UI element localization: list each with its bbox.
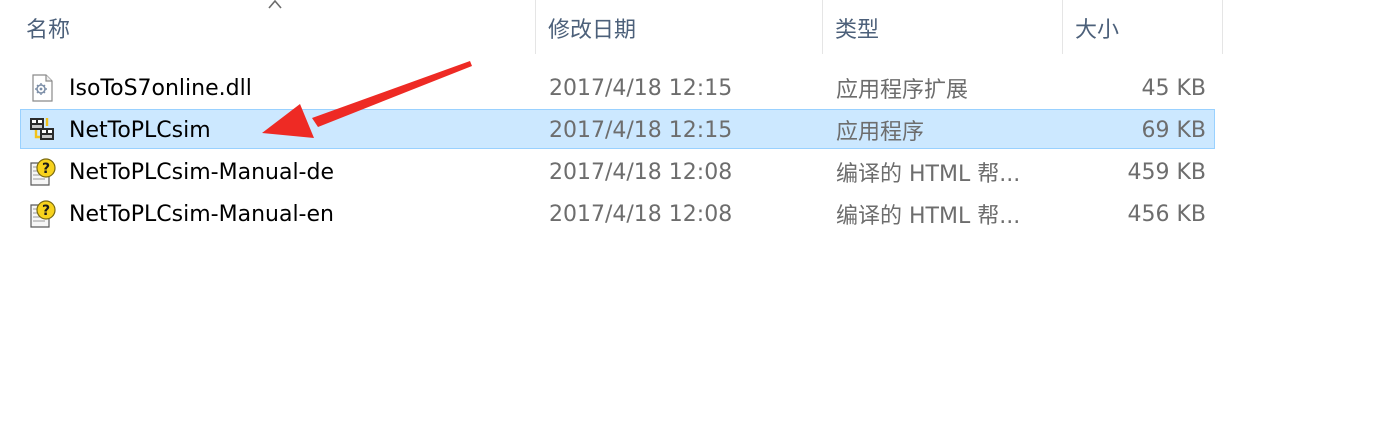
column-divider[interactable] — [822, 0, 823, 54]
column-header-name-label: 名称 — [26, 18, 71, 43]
file-size: 69 KB — [1141, 117, 1206, 143]
file-name[interactable]: NetToPLCsim-Manual-de — [69, 152, 334, 192]
column-header-date-label: 修改日期 — [548, 18, 637, 43]
chm-help-icon: ? — [30, 158, 56, 186]
column-header-date[interactable]: 修改日期 — [548, 0, 636, 56]
file-modified-date: 2017/4/18 12:15 — [549, 117, 733, 143]
file-type: 应用程序扩展 — [836, 78, 969, 103]
file-row-selected[interactable]: NetToPLCsim 2017/4/18 12:15 应用程序 69 KB — [20, 109, 1215, 149]
file-modified-date: 2017/4/18 12:08 — [549, 159, 733, 185]
dll-file-icon — [32, 74, 53, 102]
column-divider[interactable] — [1222, 0, 1223, 54]
file-name[interactable]: NetToPLCsim — [69, 110, 211, 150]
file-row[interactable]: ? NetToPLCsim-Manual-en 2017/4/18 12:08 … — [20, 193, 1215, 233]
file-size: 456 KB — [1127, 201, 1206, 227]
file-modified-date: 2017/4/18 12:08 — [549, 201, 733, 227]
file-type: 编译的 HTML 帮... — [836, 162, 1021, 187]
column-divider[interactable] — [535, 0, 536, 54]
column-divider[interactable] — [1062, 0, 1063, 54]
svg-text:?: ? — [42, 161, 50, 177]
column-header-size-label: 大小 — [1075, 18, 1120, 43]
file-row[interactable]: ? NetToPLCsim-Manual-de 2017/4/18 12:08 … — [20, 151, 1215, 191]
file-name[interactable]: IsoToS7online.dll — [69, 68, 252, 108]
column-header-name[interactable]: 名称 — [26, 0, 70, 56]
column-header-type[interactable]: 类型 — [835, 0, 879, 56]
file-type: 编译的 HTML 帮... — [836, 204, 1021, 229]
file-type: 应用程序 — [836, 120, 925, 145]
column-header-size[interactable]: 大小 — [1075, 0, 1119, 56]
file-size: 45 KB — [1141, 75, 1206, 101]
application-icon — [30, 118, 54, 140]
file-name[interactable]: NetToPLCsim-Manual-en — [69, 194, 334, 234]
svg-text:?: ? — [42, 203, 50, 219]
sort-ascending-icon — [268, 0, 282, 9]
file-size: 459 KB — [1127, 159, 1206, 185]
column-header-bar: 名称 修改日期 类型 大小 — [0, 0, 1382, 56]
file-row[interactable]: IsoToS7online.dll 2017/4/18 12:15 应用程序扩展… — [20, 67, 1215, 107]
file-modified-date: 2017/4/18 12:15 — [549, 75, 733, 101]
column-header-type-label: 类型 — [835, 18, 880, 43]
chm-help-icon: ? — [30, 200, 56, 228]
